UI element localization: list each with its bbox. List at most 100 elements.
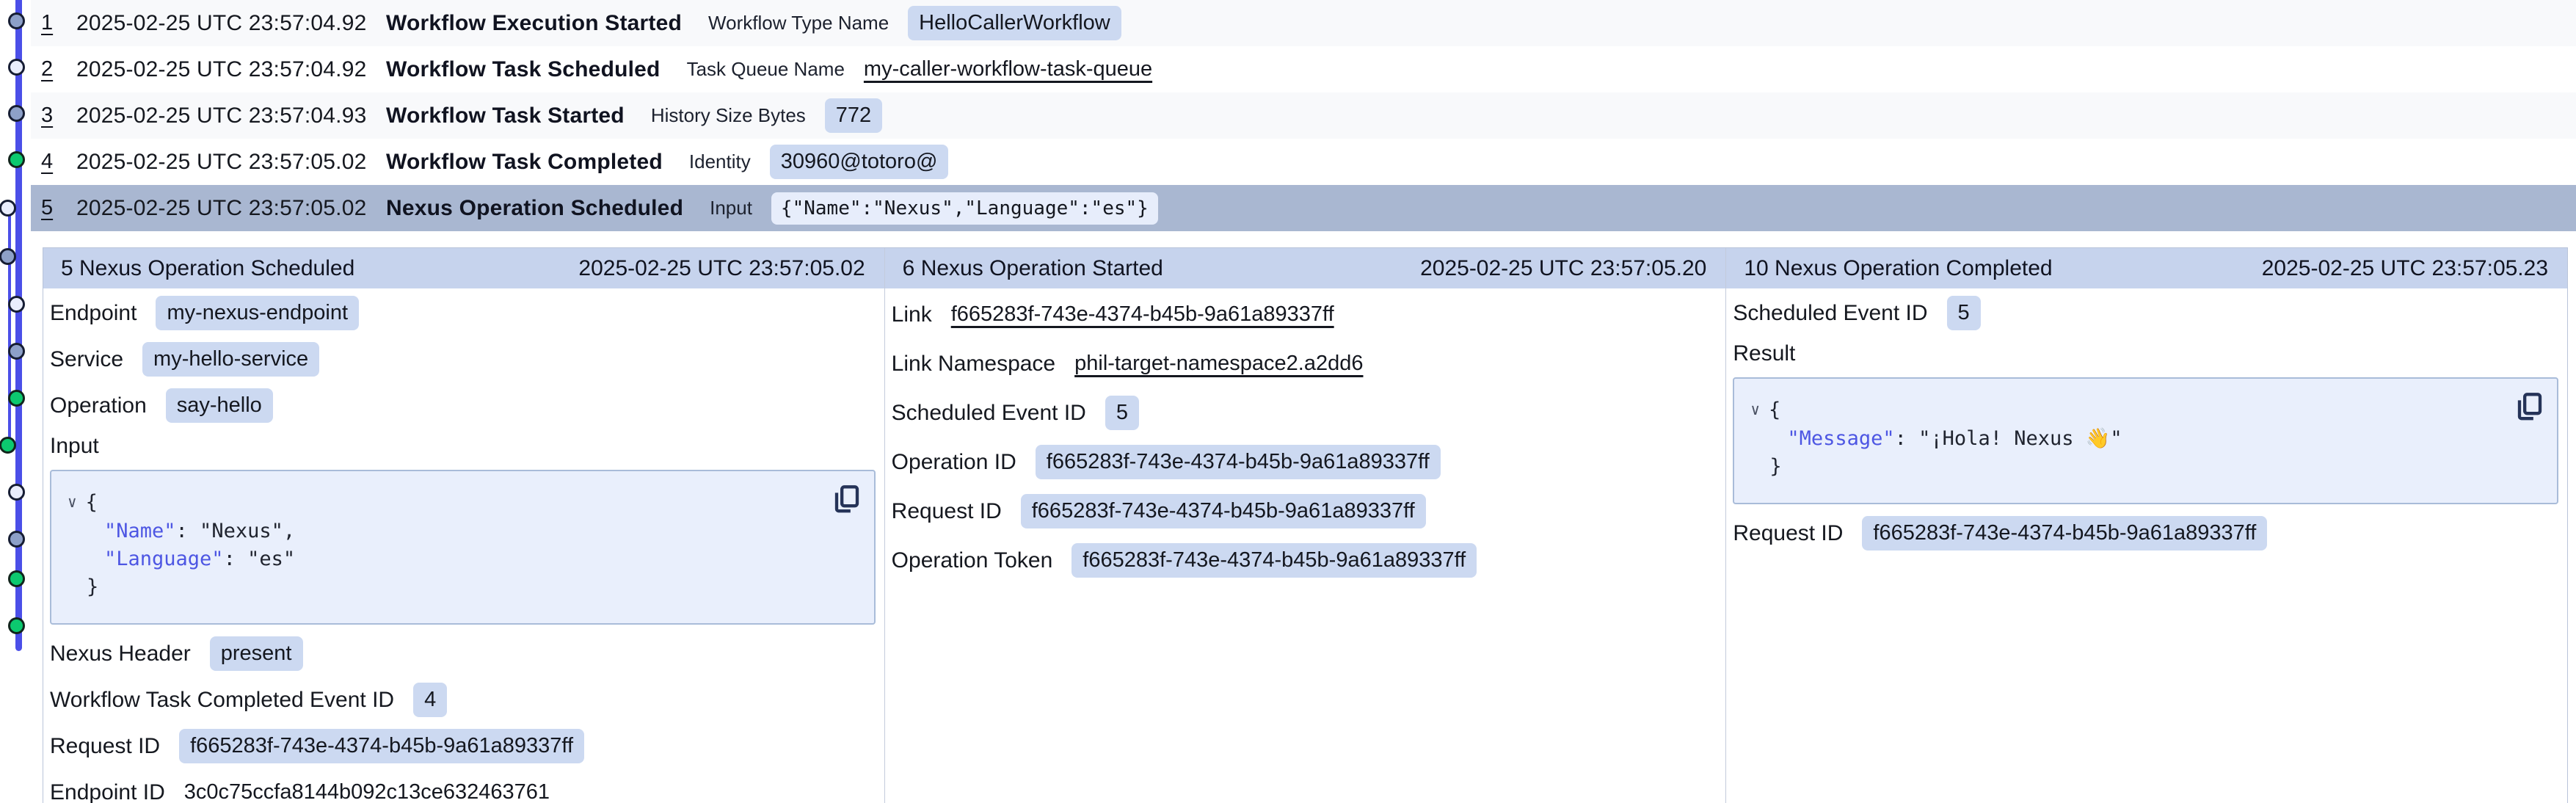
field-row: Link f665283f-743e-4374-b45b-9a61a89337f… — [892, 290, 1717, 339]
panel-timestamp: 2025-02-25 UTC 23:57:05.02 — [578, 256, 865, 281]
json-line: ∨{ — [1743, 396, 2506, 425]
event-timestamp: 2025-02-25 UTC 23:57:04.92 — [76, 11, 386, 36]
json-line: "Language": "es" — [60, 545, 823, 573]
timeline-node-9[interactable] — [8, 390, 25, 407]
event-name: Workflow Execution Started — [386, 11, 682, 36]
json-line: "Name": "Nexus", — [60, 517, 823, 545]
input-section-label: Input — [50, 429, 876, 464]
timeline-node-14[interactable] — [8, 617, 25, 634]
gutter — [31, 247, 43, 803]
field-label: Request ID — [892, 499, 1002, 524]
collapse-chevron-icon[interactable]: ∨ — [68, 488, 77, 516]
timeline-node-3[interactable] — [8, 105, 25, 122]
field-value-badge: f665283f-743e-4374-b45b-9a61a89337ff — [179, 729, 584, 763]
field-label: Endpoint — [50, 301, 137, 326]
event-name: Workflow Task Scheduled — [386, 57, 661, 82]
timeline-node-12[interactable] — [8, 531, 25, 548]
field-label: Link — [892, 302, 932, 327]
attribute-label: Identity — [689, 150, 751, 173]
timeline-node-8[interactable] — [8, 343, 25, 360]
link-value-link[interactable]: f665283f-743e-4374-b45b-9a61a89337ff — [951, 302, 1334, 327]
panel-body: Link f665283f-743e-4374-b45b-9a61a89337f… — [885, 288, 1726, 585]
event-history-list: 1 2025-02-25 UTC 23:57:04.92 Workflow Ex… — [31, 0, 2576, 231]
collapse-chevron-icon[interactable]: ∨ — [1750, 396, 1760, 424]
event-detail-panels: 5 Nexus Operation Scheduled 2025-02-25 U… — [43, 247, 2568, 803]
field-label: Operation — [50, 393, 147, 418]
json-viewer-input: ∨{ "Name": "Nexus", "Language": "es" } — [50, 470, 876, 625]
field-label: Request ID — [50, 734, 160, 759]
timeline-node-11[interactable] — [8, 484, 25, 501]
attribute-value-badge: HelloCallerWorkflow — [908, 6, 1121, 40]
json-viewer-result: ∨{ "Message": "¡Hola! Nexus 👋" } — [1733, 377, 2558, 504]
timeline-node-1[interactable] — [8, 12, 25, 29]
attribute-value-badge: 30960@totoro@ — [770, 145, 949, 179]
field-value-badge: 5 — [1105, 396, 1139, 430]
timeline-node-10[interactable] — [0, 437, 16, 454]
event-row-3[interactable]: 3 2025-02-25 UTC 23:57:04.93 Workflow Ta… — [31, 92, 2576, 139]
event-row-5-selected[interactable]: 5 2025-02-25 UTC 23:57:05.02 Nexus Opera… — [31, 185, 2576, 231]
field-row: Endpoint ID 3c0c75ccfa8144b092c13ce63246… — [50, 769, 876, 803]
field-value-badge: my-hello-service — [142, 342, 319, 377]
panel-title: 10 Nexus Operation Completed — [1744, 256, 2052, 281]
panel-title: 5 Nexus Operation Scheduled — [61, 256, 354, 281]
timeline-node-5[interactable] — [0, 200, 16, 217]
task-queue-link[interactable]: my-caller-workflow-task-queue — [864, 57, 1152, 81]
timeline-node-6[interactable] — [0, 248, 16, 265]
field-value-badge: f665283f-743e-4374-b45b-9a61a89337ff — [1071, 543, 1477, 578]
json-line: } — [60, 573, 823, 601]
event-number-link[interactable]: 5 — [41, 196, 76, 220]
input-value-badge: {"Name":"Nexus","Language":"es"} — [771, 192, 1158, 225]
panel-timestamp: 2025-02-25 UTC 23:57:05.23 — [2262, 256, 2548, 281]
event-row-4[interactable]: 4 2025-02-25 UTC 23:57:05.02 Workflow Ta… — [31, 139, 2576, 185]
copy-icon[interactable] — [832, 483, 861, 515]
result-section-label: Result — [1733, 336, 2558, 371]
panel-header: 5 Nexus Operation Scheduled 2025-02-25 U… — [43, 248, 884, 288]
panel-body: Scheduled Event ID 5 Result ∨{ "Message"… — [1726, 288, 2567, 556]
field-row: Link Namespace phil-target-namespace2.a2… — [892, 339, 1717, 388]
event-row-1[interactable]: 1 2025-02-25 UTC 23:57:04.92 Workflow Ex… — [31, 0, 2576, 46]
field-label: Endpoint ID — [50, 780, 165, 803]
event-number-link[interactable]: 2 — [41, 57, 76, 81]
event-number-link[interactable]: 4 — [41, 150, 76, 174]
field-row: Request ID f665283f-743e-4374-b45b-9a61a… — [50, 723, 876, 769]
attribute-label: Workflow Type Name — [708, 12, 889, 34]
field-row: Endpoint my-nexus-endpoint — [50, 290, 876, 336]
timeline-main-line — [15, 0, 22, 651]
timeline-node-4[interactable] — [8, 151, 25, 168]
copy-icon[interactable] — [2514, 390, 2544, 423]
field-label: Service — [50, 347, 123, 372]
event-name: Workflow Task Completed — [386, 150, 663, 175]
json-line: } — [1743, 453, 2506, 481]
panel-body: Endpoint my-nexus-endpoint Service my-he… — [43, 288, 884, 803]
field-value-badge: say-hello — [166, 388, 273, 423]
field-label: Operation Token — [892, 548, 1053, 573]
endpoint-id-link[interactable]: 3c0c75ccfa8144b092c13ce632463761 — [184, 780, 550, 803]
field-label: Scheduled Event ID — [1733, 301, 1927, 326]
event-timestamp: 2025-02-25 UTC 23:57:04.93 — [76, 103, 386, 128]
event-row-2[interactable]: 2 2025-02-25 UTC 23:57:04.92 Workflow Ta… — [31, 46, 2576, 92]
workflow-history-view: 1 2025-02-25 UTC 23:57:04.92 Workflow Ex… — [0, 0, 2576, 803]
event-name: Workflow Task Started — [386, 103, 625, 128]
field-row: Operation Token f665283f-743e-4374-b45b-… — [892, 536, 1717, 585]
field-value-badge: f665283f-743e-4374-b45b-9a61a89337ff — [1862, 516, 2267, 551]
timeline-node-7[interactable] — [8, 296, 25, 313]
field-value-badge: present — [210, 636, 303, 671]
event-timestamp: 2025-02-25 UTC 23:57:05.02 — [76, 196, 386, 221]
event-number-link[interactable]: 1 — [41, 11, 76, 35]
field-value-badge: 5 — [1947, 296, 1981, 330]
event-timestamp: 2025-02-25 UTC 23:57:05.02 — [76, 150, 386, 175]
field-label: Workflow Task Completed Event ID — [50, 688, 394, 713]
timeline-branch-line — [8, 211, 11, 448]
field-label: Nexus Header — [50, 642, 191, 666]
panel-nexus-operation-scheduled: 5 Nexus Operation Scheduled 2025-02-25 U… — [43, 248, 885, 803]
field-label: Operation ID — [892, 450, 1016, 475]
attribute-label: Task Queue Name — [687, 58, 845, 81]
panel-nexus-operation-completed: 10 Nexus Operation Completed 2025-02-25 … — [1726, 248, 2567, 803]
panel-header: 6 Nexus Operation Started 2025-02-25 UTC… — [885, 248, 1726, 288]
field-row: Service my-hello-service — [50, 336, 876, 382]
timeline-node-2[interactable] — [8, 59, 25, 76]
field-value-badge: 4 — [413, 683, 447, 717]
link-namespace-link[interactable]: phil-target-namespace2.a2dd6 — [1074, 352, 1363, 376]
timeline-node-13[interactable] — [8, 570, 25, 587]
event-number-link[interactable]: 3 — [41, 103, 76, 128]
